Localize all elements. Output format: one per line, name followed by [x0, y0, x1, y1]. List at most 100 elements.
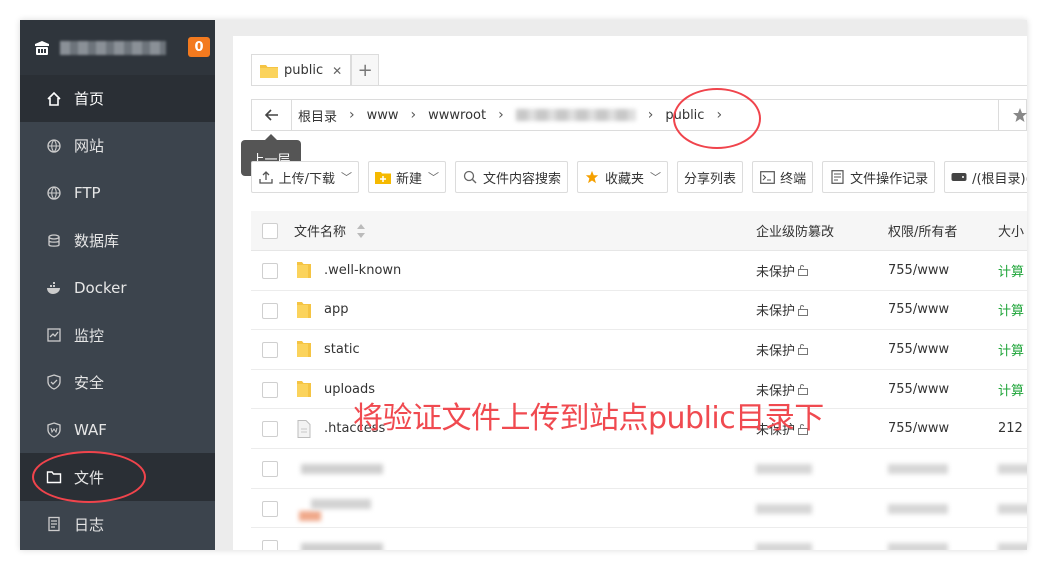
favorites-button[interactable]: 收藏夹 ﹀	[577, 161, 669, 193]
toolbar: 上传/下载 ﹀ 新建 ﹀ 文件内容搜索 收藏夹 ﹀ 分享列表 终端 文件操作记录…	[251, 161, 1027, 195]
file-size: 212	[998, 421, 1023, 437]
redacted-size	[998, 464, 1027, 474]
sidebar-item-ftp[interactable]: FTP	[20, 170, 215, 217]
folder-icon	[260, 63, 278, 78]
breadcrumb: 根目录 › www › wwwroot › › public ›	[251, 99, 1027, 131]
folder-icon	[297, 341, 311, 358]
server-name-redacted	[60, 40, 166, 55]
file-name[interactable]: app	[324, 302, 348, 317]
folder-icon	[297, 262, 311, 279]
waf-shield-icon	[46, 422, 62, 438]
size-calc-link[interactable]: 计算	[998, 330, 1024, 369]
redacted-size	[998, 543, 1027, 550]
notification-badge[interactable]: 0	[188, 37, 210, 57]
select-all-checkbox[interactable]	[262, 223, 278, 239]
chevron-down-icon: ﹀	[341, 171, 352, 184]
size-calc-link[interactable]: 计算	[998, 370, 1024, 409]
sidebar-item-label: 网站	[74, 137, 105, 156]
size-calc-link[interactable]: 计算	[998, 251, 1024, 290]
permission[interactable]: 755/www	[888, 330, 949, 369]
terminal-icon	[759, 170, 775, 184]
row-checkbox[interactable]	[262, 263, 278, 279]
table-row-redacted[interactable]	[251, 528, 1027, 550]
terminal-button[interactable]: 终端	[752, 161, 814, 193]
breadcrumb-wwwroot[interactable]: wwwroot	[422, 108, 492, 123]
close-icon[interactable]: ✕	[332, 64, 342, 78]
unlock-icon[interactable]	[797, 264, 809, 277]
permission[interactable]: 755/www	[888, 370, 949, 409]
sidebar-item-home[interactable]: 首页	[20, 75, 215, 123]
sidebar-item-label: 首页	[74, 90, 105, 109]
breadcrumb-www[interactable]: www	[361, 108, 405, 123]
upload-download-button[interactable]: 上传/下载 ﹀	[251, 161, 359, 193]
sidebar-item-website[interactable]: 网站	[20, 122, 215, 169]
favorite-button[interactable]	[998, 100, 1027, 130]
app-window: 0 首页 网站 FTP 数据库 Docker 监控 安全 WAF 文件 日志 p…	[20, 20, 1027, 550]
redacted-protect	[756, 543, 812, 550]
database-icon	[46, 233, 62, 249]
table-row[interactable]: app 未保护 755/www 计算	[251, 290, 1027, 331]
sidebar-item-waf[interactable]: WAF	[20, 406, 215, 453]
share-list-button[interactable]: 分享列表	[677, 161, 744, 193]
row-checkbox[interactable]	[262, 540, 278, 550]
sidebar-item-monitor[interactable]: 监控	[20, 311, 215, 358]
protect-status: 未保护	[756, 343, 796, 359]
column-header-permission: 权限/所有者	[888, 225, 958, 240]
size-calc-link[interactable]: 计算	[998, 291, 1024, 330]
unlock-icon[interactable]	[797, 304, 809, 316]
protect-status: 未保护	[756, 264, 796, 280]
row-checkbox[interactable]	[262, 421, 278, 438]
tab-bar: public ✕ +	[251, 54, 380, 86]
sidebar-item-files[interactable]: 文件	[20, 453, 215, 501]
chevron-right-icon: ›	[647, 107, 654, 123]
permission[interactable]: 755/www	[888, 291, 949, 330]
new-button[interactable]: 新建 ﹀	[368, 161, 447, 193]
add-tab-button[interactable]: +	[351, 54, 380, 86]
file-name[interactable]: .well-known	[324, 263, 401, 278]
sidebar-item-logs[interactable]: 日志	[20, 501, 215, 548]
unlock-icon[interactable]	[797, 343, 809, 356]
folder-icon	[46, 469, 62, 485]
sidebar-item-security[interactable]: 安全	[20, 359, 215, 406]
sidebar-item-label: 文件	[74, 468, 105, 487]
permission[interactable]: 755/www	[888, 251, 949, 290]
row-checkbox[interactable]	[262, 381, 278, 398]
globe-icon	[46, 138, 62, 154]
disk-selector-button[interactable]: /(根目录)(	[944, 161, 1027, 193]
upload-icon	[258, 170, 274, 184]
permission[interactable]: 755/www	[888, 409, 949, 448]
chevron-right-icon: ›	[716, 107, 723, 123]
sidebar-item-label: WAF	[74, 420, 107, 439]
log-icon	[46, 516, 62, 532]
table-row[interactable]: .well-known 未保护 755/www 计算	[251, 251, 1027, 291]
table-row[interactable]: static 未保护 755/www 计算	[251, 330, 1027, 370]
tab-public[interactable]: public ✕	[251, 54, 352, 86]
sidebar-item-label: 数据库	[74, 232, 120, 251]
column-header-name[interactable]: 文件名称	[294, 211, 366, 250]
row-checkbox[interactable]	[262, 500, 278, 517]
brand-header: 0	[20, 20, 215, 75]
sort-icon[interactable]	[356, 223, 366, 239]
star-icon	[1012, 108, 1027, 122]
new-folder-icon	[375, 170, 391, 184]
table-header: 文件名称 企业级防篡改 权限/所有者 大小	[251, 211, 1027, 251]
file-name[interactable]: static	[324, 342, 360, 357]
sidebar-item-database[interactable]: 数据库	[20, 217, 215, 264]
content-search-button[interactable]: 文件内容搜索	[455, 161, 569, 193]
breadcrumb-site-redacted[interactable]	[515, 109, 636, 121]
sidebar-item-docker[interactable]: Docker	[20, 264, 215, 311]
breadcrumb-root[interactable]: 根目录	[292, 106, 343, 125]
arrow-left-icon	[264, 109, 278, 121]
row-checkbox[interactable]	[262, 302, 278, 319]
back-button[interactable]	[252, 100, 292, 130]
star-icon	[584, 170, 600, 184]
row-checkbox[interactable]	[262, 461, 278, 477]
file-manager-panel: public ✕ + 根目录 › www › wwwroot › › publi…	[233, 36, 1027, 550]
row-checkbox[interactable]	[262, 342, 278, 359]
table-row-redacted[interactable]	[251, 488, 1027, 529]
breadcrumb-public[interactable]: public	[659, 108, 710, 123]
search-icon	[462, 170, 478, 184]
operation-log-button[interactable]: 文件操作记录	[822, 161, 936, 193]
table-row-redacted[interactable]	[251, 449, 1027, 489]
redacted-icon	[299, 510, 321, 521]
